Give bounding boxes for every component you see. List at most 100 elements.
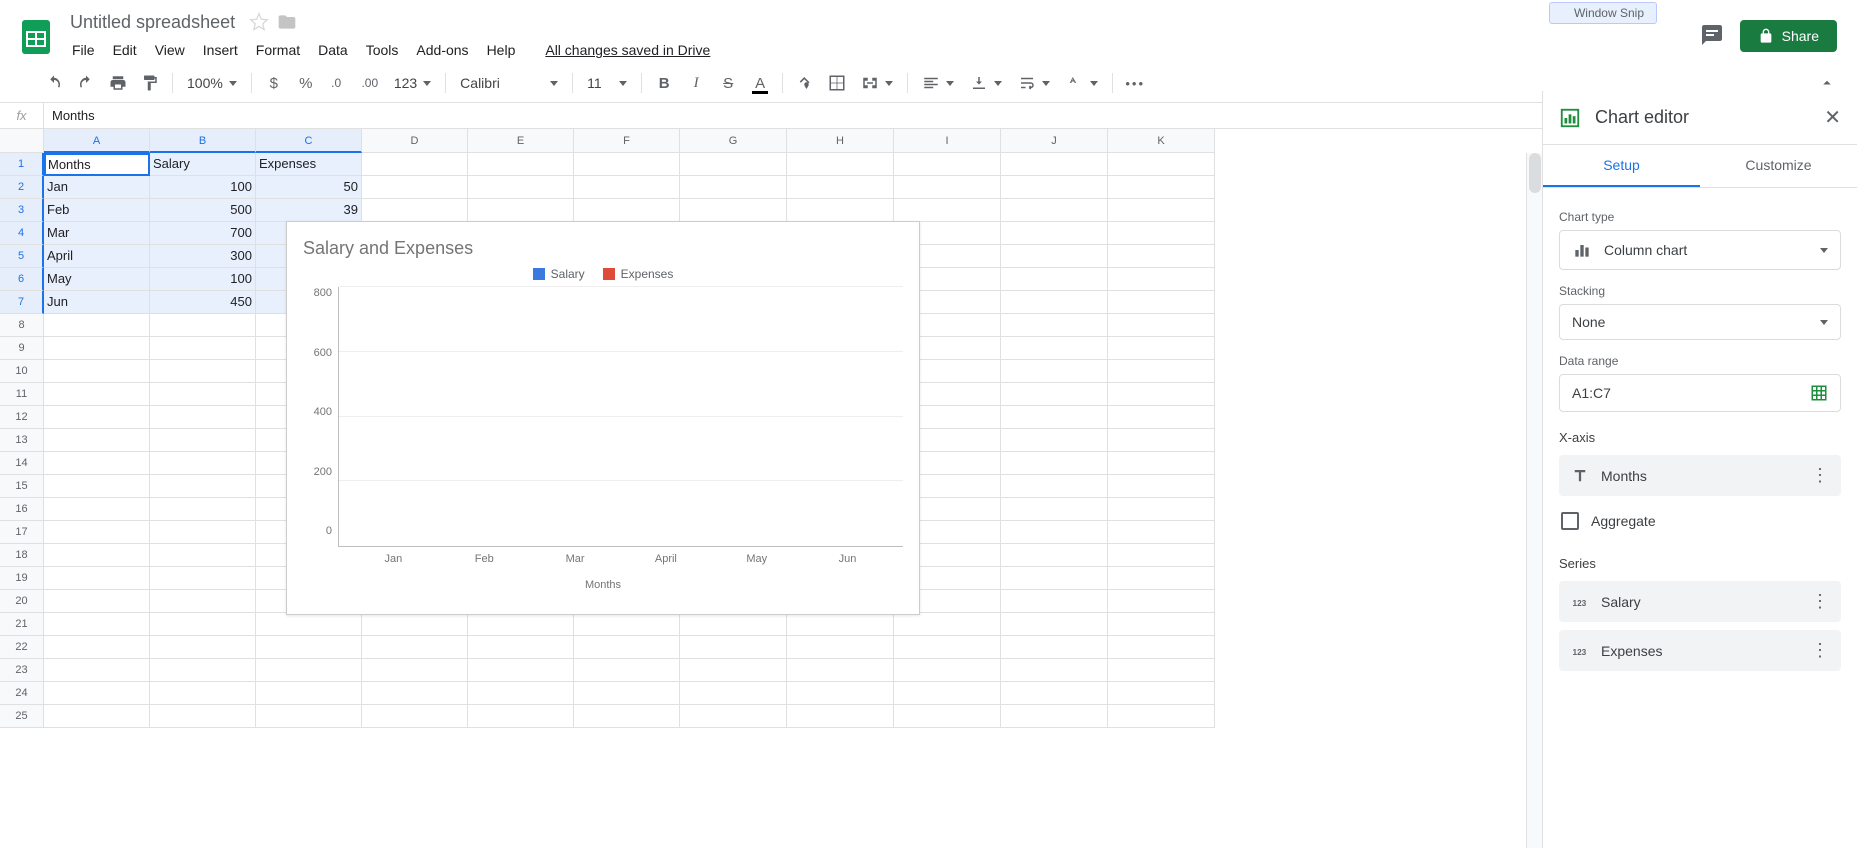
more-icon[interactable]: ⋮ <box>1811 465 1829 486</box>
row-header[interactable]: 2 <box>0 176 44 199</box>
cell[interactable] <box>1001 268 1108 291</box>
cell[interactable] <box>362 659 468 682</box>
cell[interactable] <box>680 705 787 728</box>
cell[interactable] <box>1108 383 1215 406</box>
cell[interactable] <box>150 452 256 475</box>
cell[interactable] <box>150 429 256 452</box>
menu-edit[interactable]: Edit <box>105 38 145 62</box>
stacking-select[interactable]: None <box>1559 304 1841 340</box>
cell[interactable] <box>894 613 1001 636</box>
cell[interactable] <box>150 590 256 613</box>
cell[interactable] <box>44 383 150 406</box>
cell[interactable]: 300 <box>150 245 256 268</box>
cell[interactable] <box>44 337 150 360</box>
menu-insert[interactable]: Insert <box>195 38 246 62</box>
cell[interactable] <box>1001 613 1108 636</box>
cell[interactable] <box>1108 245 1215 268</box>
cell[interactable] <box>150 383 256 406</box>
cell[interactable] <box>468 705 574 728</box>
cell[interactable] <box>468 659 574 682</box>
vertical-scrollbar[interactable] <box>1526 153 1542 848</box>
paint-format-button[interactable] <box>136 69 164 97</box>
row-header[interactable]: 24 <box>0 682 44 705</box>
cell[interactable] <box>574 176 680 199</box>
text-rotation-button[interactable] <box>1060 74 1104 92</box>
chart-type-select[interactable]: Column chart <box>1559 230 1841 270</box>
menu-add-ons[interactable]: Add-ons <box>408 38 476 62</box>
cell[interactable] <box>680 659 787 682</box>
tab-customize[interactable]: Customize <box>1700 145 1857 187</box>
row-header[interactable]: 6 <box>0 268 44 291</box>
font-size-select[interactable]: 11 <box>581 75 633 91</box>
cell[interactable] <box>44 659 150 682</box>
spreadsheet-grid[interactable]: ABCDEFGHIJK 1MonthsSalaryExpenses2Jan100… <box>0 129 1542 848</box>
cell[interactable]: Expenses <box>256 153 362 176</box>
cell[interactable] <box>1001 176 1108 199</box>
row-header[interactable]: 4 <box>0 222 44 245</box>
strikethrough-button[interactable]: S <box>714 69 742 97</box>
cell[interactable] <box>1108 406 1215 429</box>
cell[interactable] <box>787 153 894 176</box>
cell[interactable] <box>362 153 468 176</box>
grid-select-icon[interactable] <box>1810 384 1828 402</box>
cell[interactable] <box>362 613 468 636</box>
cell[interactable] <box>680 613 787 636</box>
cell[interactable] <box>1001 222 1108 245</box>
xaxis-field-chip[interactable]: Months ⋮ <box>1559 455 1841 496</box>
cell[interactable] <box>1108 567 1215 590</box>
number-format-select[interactable]: 123 <box>388 75 437 91</box>
cell[interactable] <box>1001 314 1108 337</box>
cell[interactable] <box>1108 636 1215 659</box>
column-header[interactable]: K <box>1108 129 1215 153</box>
row-header[interactable]: 10 <box>0 360 44 383</box>
cell[interactable] <box>1001 383 1108 406</box>
cell[interactable] <box>44 567 150 590</box>
cell[interactable] <box>894 682 1001 705</box>
cell[interactable] <box>150 498 256 521</box>
row-header[interactable]: 12 <box>0 406 44 429</box>
cell[interactable]: 100 <box>150 176 256 199</box>
cell[interactable] <box>1001 153 1108 176</box>
cell[interactable] <box>1001 475 1108 498</box>
cell[interactable] <box>1108 475 1215 498</box>
cell[interactable] <box>1108 199 1215 222</box>
cell[interactable] <box>787 613 894 636</box>
cell[interactable] <box>1108 613 1215 636</box>
cell[interactable] <box>256 613 362 636</box>
menu-file[interactable]: File <box>64 38 103 62</box>
cell[interactable] <box>44 429 150 452</box>
cell[interactable] <box>1001 498 1108 521</box>
document-title[interactable]: Untitled spreadsheet <box>64 10 241 35</box>
cell[interactable] <box>44 521 150 544</box>
cell[interactable] <box>1108 544 1215 567</box>
row-header[interactable]: 21 <box>0 613 44 636</box>
cell[interactable] <box>44 636 150 659</box>
row-header[interactable]: 9 <box>0 337 44 360</box>
cell[interactable] <box>1108 429 1215 452</box>
cell[interactable] <box>894 153 1001 176</box>
column-header[interactable]: H <box>787 129 894 153</box>
cell[interactable]: Salary <box>150 153 256 176</box>
cell[interactable] <box>468 613 574 636</box>
cell[interactable] <box>468 176 574 199</box>
cell[interactable] <box>1001 636 1108 659</box>
cell[interactable] <box>574 153 680 176</box>
cell[interactable] <box>894 636 1001 659</box>
cell[interactable] <box>574 613 680 636</box>
cell[interactable]: May <box>44 268 150 291</box>
column-header[interactable]: J <box>1001 129 1108 153</box>
row-header[interactable]: 17 <box>0 521 44 544</box>
row-header[interactable]: 1 <box>0 153 44 176</box>
cell[interactable] <box>256 705 362 728</box>
tab-setup[interactable]: Setup <box>1543 145 1700 187</box>
row-header[interactable]: 19 <box>0 567 44 590</box>
column-header[interactable]: F <box>574 129 680 153</box>
cell[interactable] <box>150 705 256 728</box>
data-range-input[interactable]: A1:C7 <box>1559 374 1841 412</box>
cell[interactable] <box>894 659 1001 682</box>
cell[interactable] <box>1108 590 1215 613</box>
cell[interactable] <box>574 636 680 659</box>
cell[interactable] <box>256 636 362 659</box>
cell[interactable] <box>468 636 574 659</box>
cell[interactable] <box>1001 429 1108 452</box>
